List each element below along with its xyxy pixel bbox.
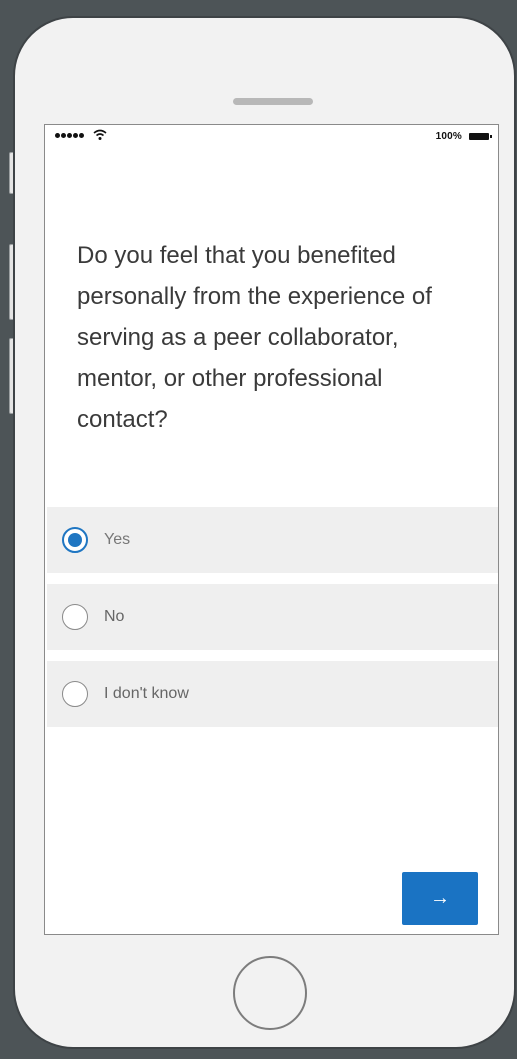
option-label: I don't know [104, 685, 189, 702]
battery-icon [469, 133, 492, 140]
next-button[interactable]: → [402, 872, 478, 925]
phone-body: 100% Do you feel that you benefited pers… [13, 16, 516, 1049]
answer-options: Yes No I don't know [47, 507, 498, 738]
signal-dots-icon [55, 133, 84, 138]
phone-mockup: 100% Do you feel that you benefited pers… [8, 6, 517, 1059]
option-yes[interactable]: Yes [47, 507, 498, 573]
home-button[interactable] [233, 956, 307, 1030]
option-no[interactable]: No [47, 584, 498, 650]
radio-button[interactable] [62, 681, 88, 707]
speaker-grille [233, 98, 313, 105]
arrow-right-icon: → [430, 887, 450, 909]
phone-screen: 100% Do you feel that you benefited pers… [44, 124, 499, 935]
survey-question: Do you feel that you benefited personall… [77, 242, 432, 433]
radio-button-selected[interactable] [62, 527, 88, 553]
radio-button[interactable] [62, 604, 88, 630]
battery-percentage: 100% [435, 131, 462, 142]
option-label: Yes [104, 531, 131, 548]
status-bar: 100% [45, 125, 498, 149]
option-label: No [104, 608, 125, 625]
wifi-icon [93, 129, 107, 140]
option-dont-know[interactable]: I don't know [47, 661, 498, 727]
